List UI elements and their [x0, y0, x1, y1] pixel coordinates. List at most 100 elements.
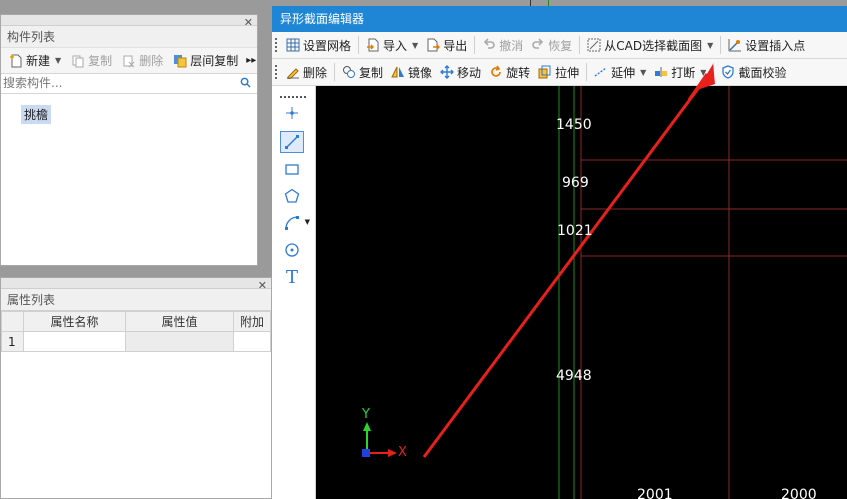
rotate-button[interactable]: 旋转	[485, 61, 534, 83]
move-label: 移动	[457, 65, 482, 80]
table-header-row: 属性名称 属性值 附加	[1, 311, 271, 332]
property-table: 属性名称 属性值 附加 1	[1, 311, 271, 352]
rotate-icon	[491, 65, 501, 77]
new-file-icon	[10, 54, 22, 67]
component-toolbar: 新建 ▼ 复制 删除 层间复制 ▸▸	[1, 48, 257, 74]
extend-button[interactable]: 延伸 ▼	[590, 61, 650, 83]
floor-copy-label: 层间复制	[190, 54, 239, 68]
x-axis-label: X	[398, 445, 407, 460]
set-insert-point-button[interactable]: 设置插入点	[724, 34, 809, 56]
table-row[interactable]: 1	[1, 331, 271, 352]
rectangle-icon	[285, 164, 299, 175]
circle-tool[interactable]	[280, 239, 304, 261]
copy-button[interactable]: 复制	[67, 50, 116, 72]
panel-header-strip	[1, 15, 257, 26]
rotate-label: 旋转	[506, 65, 531, 80]
delete-button[interactable]: 删除	[118, 50, 167, 72]
panel-title: 属性列表	[1, 289, 271, 311]
new-button[interactable]: 新建 ▼	[5, 50, 65, 72]
chevron-down-icon[interactable]: ▼	[305, 218, 310, 226]
dimension-label: 969	[562, 175, 589, 191]
extend-icon	[594, 67, 607, 77]
row-index: 1	[1, 331, 24, 352]
y-axis-arrow	[363, 422, 371, 431]
set-grid-button[interactable]: 设置网格	[282, 34, 355, 56]
chevron-down-icon: ▼	[412, 40, 419, 50]
canvas-graphics	[362, 86, 847, 499]
set-insert-point-label: 设置插入点	[745, 38, 806, 53]
property-value-cell[interactable]	[125, 331, 234, 352]
arc-tool[interactable]: ▼	[280, 212, 310, 234]
toolbar-divider	[586, 63, 588, 81]
column-header[interactable]: 属性值	[125, 311, 234, 332]
close-icon[interactable]: ✕	[258, 279, 267, 292]
drawing-canvas[interactable]: 1450 969 1021 4948 2001 2000 X Y	[316, 86, 847, 499]
column-header[interactable]: 附加	[233, 311, 271, 332]
editor-toolbar-edit: 删除 复制 镜像 移动 旋转 拉伸 延伸 ▼ 打断 ▼ 截面校验	[272, 59, 847, 86]
floor-copy-icon	[174, 54, 187, 67]
column-header[interactable]: 属性名称	[23, 311, 126, 332]
point-tool[interactable]	[280, 102, 304, 124]
mirror-label: 镜像	[408, 65, 433, 80]
export-label: 导出	[443, 38, 468, 53]
component-list-panel: ✕ 构件列表 新建 ▼ 复制 删除 层间复制 ▸▸ 挑檐	[0, 14, 258, 266]
set-grid-label: 设置网格	[303, 38, 352, 53]
toolbar-grip[interactable]	[275, 65, 278, 79]
extend-label: 延伸	[611, 65, 636, 80]
dimension-label: 4948	[556, 368, 592, 384]
rectangle-tool[interactable]	[280, 158, 304, 180]
export-icon	[427, 38, 441, 52]
search-input[interactable]	[1, 74, 231, 92]
copy-label: 复制	[88, 54, 113, 68]
dimension-label: 2000	[781, 487, 817, 499]
toolbar-divider	[474, 36, 476, 54]
chevron-down-icon: ▼	[55, 56, 62, 65]
dimension-label: 2001	[637, 487, 673, 499]
more-icon[interactable]: ▸▸	[246, 55, 256, 66]
annotation-arrow-head	[687, 64, 715, 101]
close-icon[interactable]: ✕	[244, 16, 253, 29]
toolbar-divider	[358, 36, 360, 54]
floor-copy-button[interactable]: 层间复制	[169, 50, 242, 72]
import-button[interactable]: 导入 ▼	[362, 34, 422, 56]
select-from-cad-label: 从CAD选择截面图	[604, 38, 703, 53]
mirror-button[interactable]: 镜像	[387, 61, 436, 83]
annotation-arrow-line	[422, 86, 702, 458]
polygon-tool[interactable]	[280, 185, 304, 207]
toolbar-grip[interactable]	[275, 38, 278, 52]
text-tool[interactable]: T	[280, 266, 304, 288]
redo-icon	[532, 38, 544, 49]
x-axis-arrow	[388, 449, 397, 457]
undo-icon	[484, 38, 495, 49]
undo-button[interactable]: 撤消	[478, 34, 527, 56]
delete-button[interactable]: 删除	[282, 61, 331, 83]
line-tool[interactable]	[280, 131, 304, 153]
delete-label: 删除	[139, 54, 164, 68]
list-item[interactable]: 挑檐	[21, 105, 52, 124]
toolbar-grip[interactable]	[280, 96, 306, 98]
section-editor-window: 异形截面编辑器 设置网格 导入 ▼ 导出 撤消 恢复 从CAD选择截面图 ▼ 设…	[272, 6, 847, 499]
property-extra-cell[interactable]	[233, 331, 271, 352]
stretch-button[interactable]: 拉伸	[534, 61, 583, 83]
grid-icon	[286, 38, 300, 52]
property-name-cell[interactable]	[23, 331, 126, 352]
line-icon	[285, 135, 299, 149]
search-row	[1, 74, 257, 94]
copy-icon	[343, 66, 356, 78]
cad-select-icon	[587, 38, 601, 52]
window-title: 异形截面编辑器	[272, 6, 847, 32]
break-icon	[655, 67, 668, 77]
chevron-down-icon[interactable]: ▼	[707, 41, 713, 50]
select-from-cad-button[interactable]: 从CAD选择截面图 ▼	[583, 34, 717, 56]
export-button[interactable]: 导出	[422, 34, 471, 56]
chevron-down-icon[interactable]: ▼	[640, 68, 646, 77]
import-label: 导入	[383, 38, 408, 53]
point-icon	[286, 107, 298, 119]
move-button[interactable]: 移动	[436, 61, 485, 83]
redo-button[interactable]: 恢复	[527, 34, 576, 56]
copy-button[interactable]: 复制	[338, 61, 387, 83]
y-axis-label: Y	[362, 407, 370, 422]
panel-title: 构件列表	[1, 26, 257, 48]
new-label: 新建	[26, 54, 51, 68]
search-icon[interactable]	[240, 77, 251, 88]
